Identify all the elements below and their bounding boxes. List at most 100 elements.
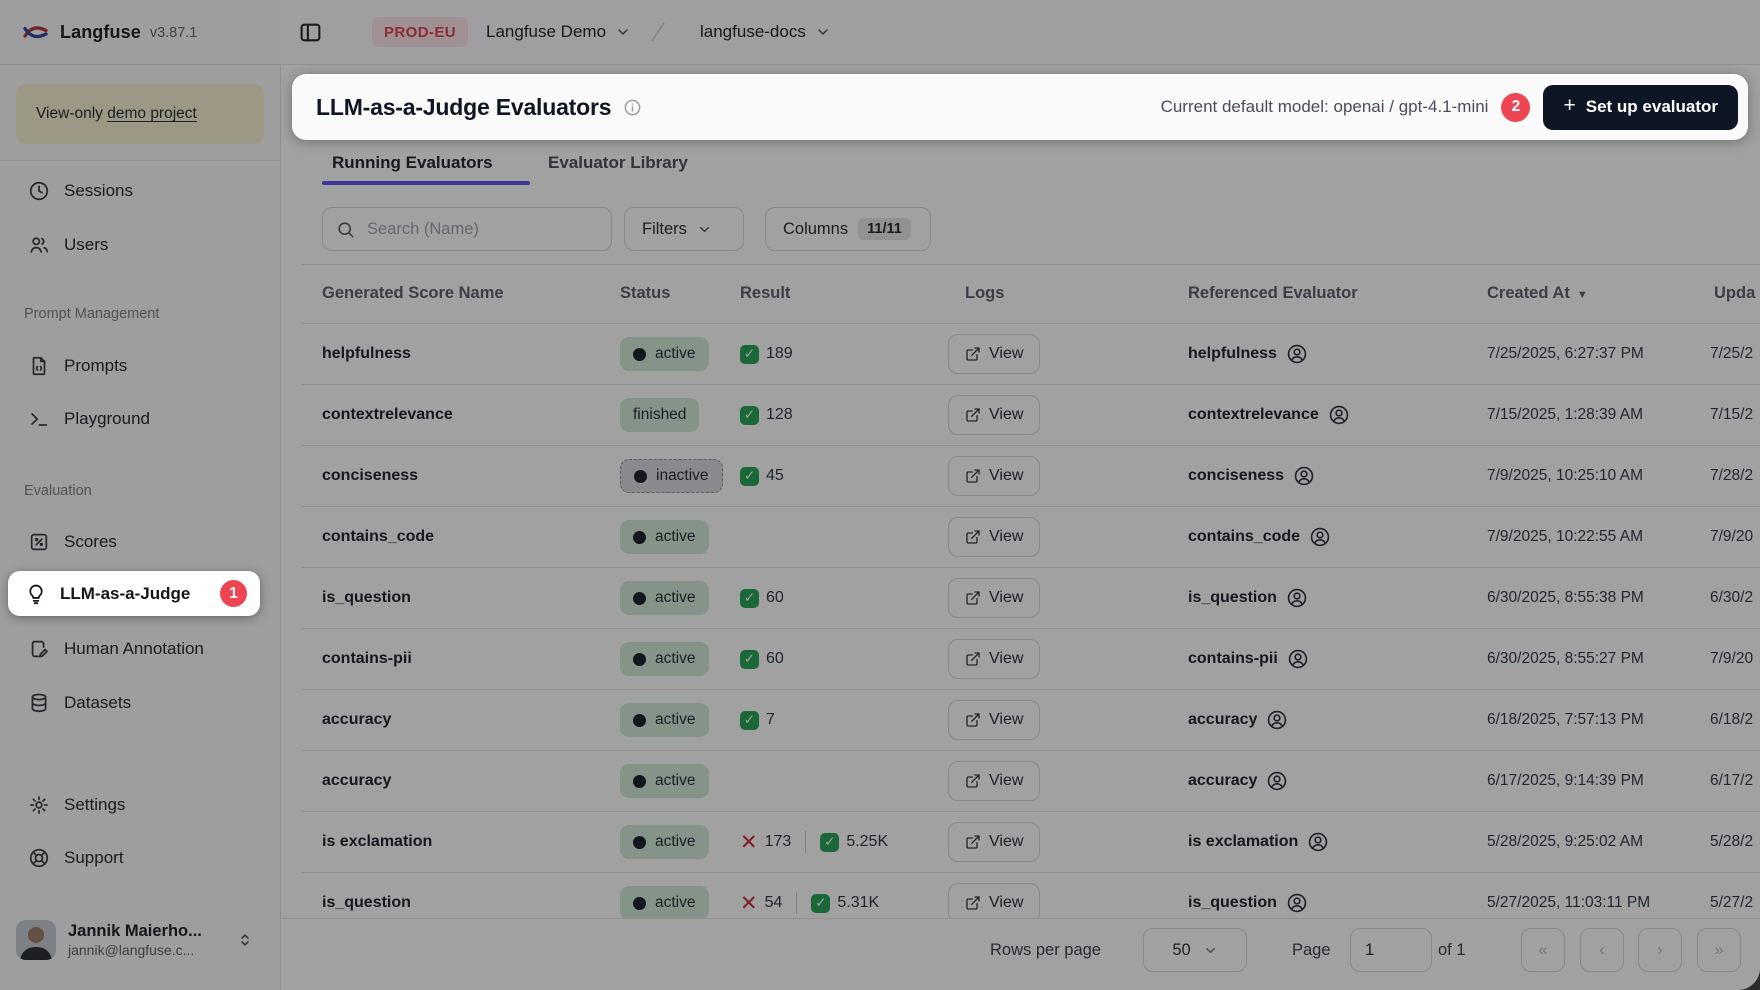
logs-cell: View [948,446,1040,506]
next-page-button[interactable]: › [1638,928,1682,972]
view-logs-button[interactable]: View [948,334,1040,374]
view-logs-button[interactable]: View [948,456,1040,496]
logs-cell: View [948,324,1040,384]
table-row[interactable]: concisenessinactive✓45Viewconciseness7/9… [302,446,1760,507]
external-link-icon [965,407,981,423]
view-logs-button[interactable]: View [948,395,1040,435]
clipboard-pen-icon [28,638,50,660]
sidebar-item-datasets[interactable]: Datasets [12,681,268,725]
updated-at-cell: 6/17/2 [1710,751,1753,811]
referenced-evaluator-cell[interactable]: is_question [1188,568,1308,628]
tab-running-evaluators[interactable]: Running Evaluators [332,153,493,179]
section-label-prompt-management: Prompt Management [24,306,159,322]
columns-button[interactable]: Columns 11/11 [765,207,931,251]
section-label-evaluation: Evaluation [24,483,92,499]
table-row[interactable]: is_questionactive✕54✓5.31KViewis_questio… [302,873,1760,918]
created-at-cell: 6/17/2025, 9:14:39 PM [1487,751,1644,811]
referenced-evaluator-cell[interactable]: contains_code [1188,507,1331,567]
pass-check-icon: ✓ [740,406,759,425]
chevrons-up-down-icon [236,931,254,949]
table-row[interactable]: contains_codeactiveViewcontains_code7/9/… [302,507,1760,568]
view-logs-button[interactable]: View [948,517,1040,557]
column-header-status[interactable]: Status [620,264,670,323]
setup-evaluator-button[interactable]: + Set up evaluator [1543,85,1738,130]
sidebar-item-label: Settings [64,795,125,815]
user-circle-icon [1307,831,1329,853]
filters-button[interactable]: Filters [624,207,744,251]
sidebar-item-label: LLM-as-a-Judge [60,584,190,604]
search-input[interactable] [365,219,598,240]
external-link-icon [965,895,981,911]
org-switcher[interactable]: Langfuse Demo [486,0,631,64]
tab-evaluator-library[interactable]: Evaluator Library [548,153,688,179]
fail-count: 173 [765,833,792,851]
referenced-evaluator-cell[interactable]: accuracy [1188,690,1288,750]
demo-project-link[interactable]: demo project [107,105,197,123]
sidebar-item-support[interactable]: Support [12,836,268,880]
project-switcher[interactable]: langfuse-docs [700,0,831,64]
sidebar-item-users[interactable]: Users [12,223,268,267]
view-logs-button[interactable]: View [948,639,1040,679]
rows-per-page-select[interactable]: 50 [1143,928,1247,972]
updated-at-cell: 6/30/2 [1710,568,1753,628]
sidebar-item-sessions[interactable]: Sessions [12,169,268,213]
referenced-evaluator-cell[interactable]: contains-pii [1188,629,1309,689]
score-name-cell: helpfulness [322,324,411,384]
panel-left-icon[interactable] [298,20,323,45]
lightbulb-icon [25,583,47,605]
score-name-cell: contextrelevance [322,385,453,445]
referenced-evaluator-cell[interactable]: accuracy [1188,751,1288,811]
referenced-evaluator-cell[interactable]: conciseness [1188,446,1315,506]
referenced-evaluator-cell[interactable]: is exclamation [1188,812,1329,872]
page-number-input[interactable] [1350,928,1432,972]
last-page-button[interactable]: » [1697,928,1741,972]
sidebar-item-prompts[interactable]: Prompts [12,344,268,388]
column-header-result[interactable]: Result [740,264,790,323]
table-row[interactable]: contextrelevancefinished✓128Viewcontextr… [302,385,1760,446]
view-logs-button[interactable]: View [948,578,1040,618]
table-row[interactable]: accuracyactive✓7Viewaccuracy6/18/2025, 7… [302,690,1760,751]
table-row[interactable]: contains-piiactive✓60Viewcontains-pii6/3… [302,629,1760,690]
rows-per-page-value: 50 [1172,941,1190,960]
view-only-notice: View-only demo project [16,84,264,144]
score-name-cell: contains_code [322,507,434,567]
pass-check-icon: ✓ [740,345,759,364]
org-name: Langfuse Demo [486,22,606,42]
view-logs-button[interactable]: View [948,700,1040,740]
sidebar-item-settings[interactable]: Settings [12,783,268,827]
column-header-created-at[interactable]: Created At ▼ [1487,264,1588,323]
table-row[interactable]: accuracyactiveViewaccuracy6/17/2025, 9:1… [302,751,1760,812]
first-page-button[interactable]: « [1521,928,1565,972]
sidebar-item-label: Scores [64,532,117,552]
table-row[interactable]: is exclamationactive✕173✓5.25KViewis exc… [302,812,1760,873]
sidebar-item-scores[interactable]: Scores [12,520,268,564]
column-header-logs[interactable]: Logs [965,264,1004,323]
status-dot [633,836,646,849]
status-cell: active [620,690,709,750]
status-cell: active [620,324,709,384]
sidebar-item-human-annotation[interactable]: Human Annotation [12,627,268,671]
sidebar-item-llm-as-a-judge[interactable]: LLM-as-a-Judge 1 [8,571,260,616]
clock-icon [28,180,50,202]
column-header-updated-at[interactable]: Upda [1714,264,1755,323]
external-link-icon [965,529,981,545]
table-row[interactable]: helpfulnessactive✓189Viewhelpfulness7/25… [302,324,1760,385]
user-profile-menu[interactable]: Jannik Maierho... jannik@langfuse.c... [12,912,268,968]
table-row[interactable]: is_questionactive✓60Viewis_question6/30/… [302,568,1760,629]
view-logs-button[interactable]: View [948,883,1040,918]
referenced-evaluator-cell[interactable]: helpfulness [1188,324,1308,384]
view-logs-button[interactable]: View [948,761,1040,801]
previous-page-button[interactable]: ‹ [1580,928,1624,972]
info-icon[interactable] [623,98,642,117]
status-cell: active [620,568,709,628]
view-logs-button[interactable]: View [948,822,1040,862]
referenced-evaluator-cell[interactable]: contextrelevance [1188,385,1350,445]
column-header-score-name[interactable]: Generated Score Name [322,264,504,323]
pass-check-icon: ✓ [740,589,759,608]
sidebar-item-label: Sessions [64,181,133,201]
referenced-evaluator-cell[interactable]: is_question [1188,873,1308,918]
filters-label: Filters [642,220,687,239]
sidebar-item-playground[interactable]: Playground [12,397,268,441]
page-of-label: of 1 [1438,928,1466,972]
column-header-referenced-evaluator[interactable]: Referenced Evaluator [1188,264,1358,323]
